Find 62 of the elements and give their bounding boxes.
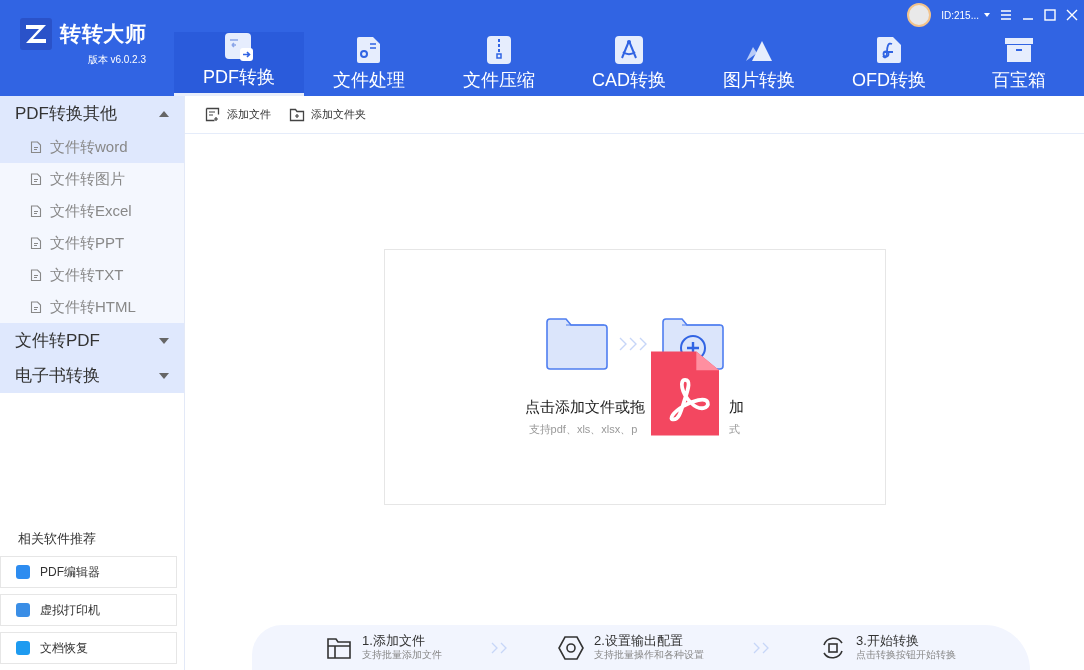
document-arrows-icon [224,32,254,62]
compass-icon [614,35,644,65]
folder-plus-icon [289,107,305,122]
drop-zone-title: 加 [729,397,744,417]
pdf-file-icon [650,349,719,438]
drop-zone-title: 点击添加文件或拖 [525,397,645,417]
menu-icon[interactable] [1000,9,1012,21]
hexagon-nut-icon [558,634,584,661]
sidebar-item[interactable]: 文件转图片 [0,163,184,195]
toolbar-button[interactable]: 添加文件 [205,106,271,123]
related-software-title: 相关软件推荐 [17,529,97,548]
sidebar-item[interactable]: 文件转HTML [0,291,184,323]
close-icon[interactable] [1066,9,1078,21]
sidebar-item[interactable]: 文件转TXT [0,259,184,291]
caret-icon [984,13,990,17]
zip-file-icon [484,35,514,65]
step-title: 3.开始转换 [856,633,920,649]
toolbar-button[interactable]: 添加文件夹 [289,106,366,123]
related-software-link[interactable]: 文档恢复 [0,632,177,664]
nav-tab[interactable]: 图片转换 [694,32,824,96]
nav-tab[interactable]: PDF转换 [174,32,304,96]
document-icon [30,300,42,314]
archive-box-icon [1004,35,1034,65]
nav-tab[interactable]: CAD转换 [564,32,694,96]
document-curve-icon [874,35,904,65]
document-icon [30,204,42,218]
related-software-link[interactable]: PDF编辑器 [0,556,177,588]
logo-icon [20,18,52,50]
nav-tab[interactable]: OFD转换 [824,32,954,96]
step-title: 1.添加文件 [362,633,426,649]
document-icon [30,268,42,282]
folder-icon [543,318,610,370]
caret-down-icon [159,372,169,379]
sidebar-group[interactable]: 电子书转换 [0,358,184,393]
document-icon [30,172,42,186]
sidebar-group[interactable]: 文件转PDF [0,323,184,358]
step-title: 2.设置输出配置 [594,633,684,649]
related-software-link[interactable]: 虚拟打印机 [0,594,177,626]
drop-zone-hint: 支持pdf、xls、xlsx、p [528,421,638,437]
nav-tab[interactable]: 文件压缩 [434,32,564,96]
app-name: 转转大师 [60,21,147,48]
drop-zone-hint: 式 [729,421,741,437]
sidebar-item[interactable]: 文件转word [0,131,184,163]
sidebar-group[interactable]: PDF转换其他 [0,96,184,131]
caret-up-icon [159,110,169,117]
step-hint: 支持批量操作和各种设置 [594,649,704,662]
maximize-icon[interactable] [1044,9,1056,21]
document-icon [30,236,42,250]
step-hint: 支持批量添加文件 [362,649,442,662]
version-label: 版本 v6.0.2.3 [87,53,146,67]
caret-down-icon [159,337,169,344]
file-plus-icon [205,107,221,122]
document-icon [30,140,42,154]
sidebar-item[interactable]: 文件转Excel [0,195,184,227]
user-id-dropdown[interactable]: ID:215... [941,7,990,23]
sidebar-item[interactable]: 文件转PPT [0,227,184,259]
drop-zone[interactable]: 点击添加文件或拖 加 支持pdf、xls、xlsx、p 式 [383,249,886,505]
refresh-square-icon [820,634,846,661]
nav-tab[interactable]: 百宝箱 [954,32,1084,96]
avatar[interactable] [907,3,932,27]
nav-tab[interactable]: 文件处理 [304,32,434,96]
step-hint: 点击转换按钮开始转换 [856,649,956,662]
